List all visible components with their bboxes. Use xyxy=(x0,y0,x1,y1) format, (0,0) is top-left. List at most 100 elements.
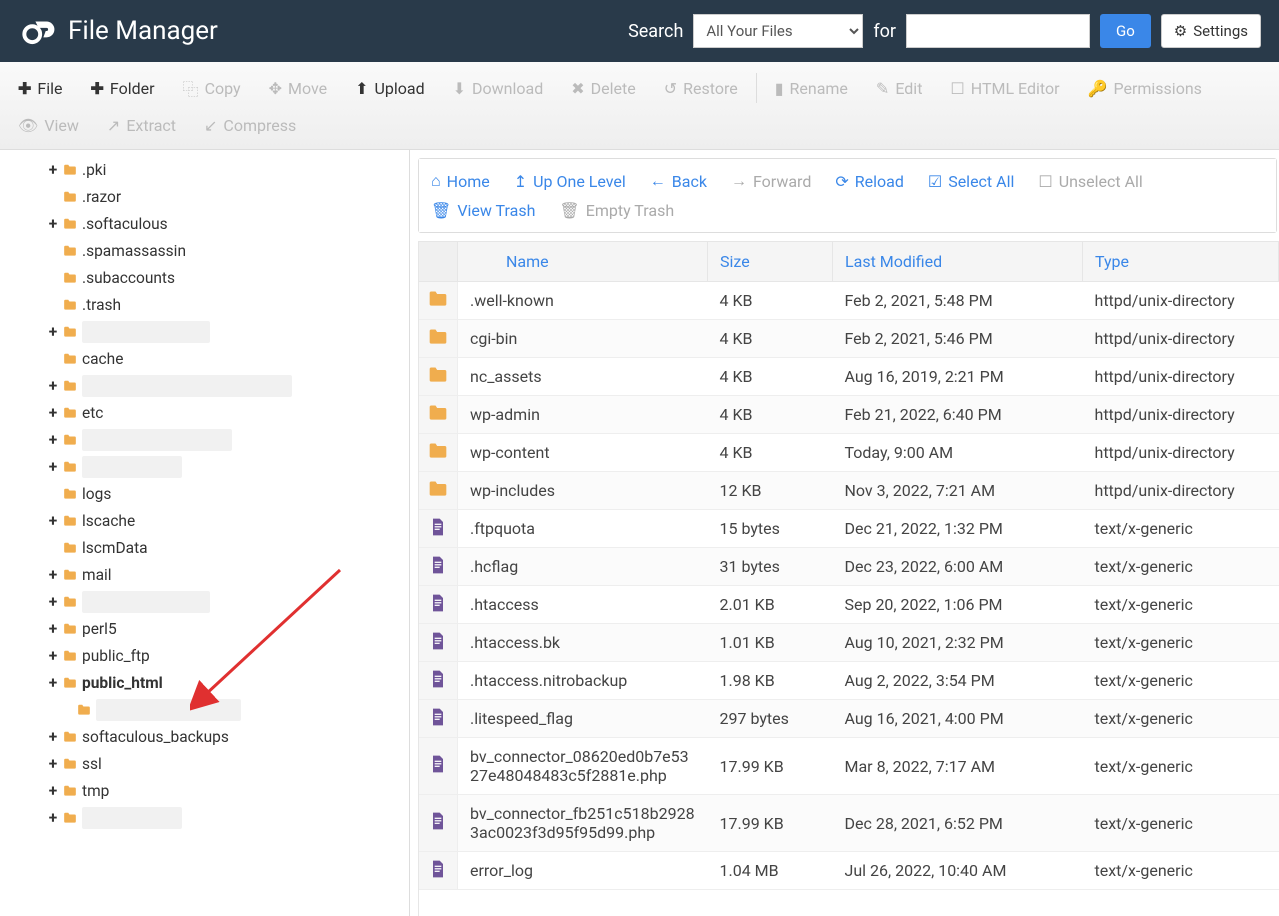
tree-node-public_ftp[interactable]: +public_ftp xyxy=(0,642,409,669)
tree-node-.trash[interactable]: .trash xyxy=(0,291,409,318)
col-modified[interactable]: Last Modified xyxy=(833,242,1083,282)
expander-icon[interactable]: + xyxy=(46,620,60,638)
table-row[interactable]: .htaccess.nitrobackup1.98 KBAug 2, 2022,… xyxy=(419,662,1279,700)
tree-node-mail[interactable]: +mail xyxy=(0,561,409,588)
col-size[interactable]: Size xyxy=(708,242,833,282)
empty-trash-button[interactable]: 🗑Empty Trash xyxy=(559,197,674,224)
tree-node-redacted[interactable]: + xyxy=(0,453,409,480)
folder-icon xyxy=(62,487,78,501)
cell-modified: Aug 2, 2022, 3:54 PM xyxy=(833,662,1083,700)
select-all-button[interactable]: ☑Select All xyxy=(928,167,1015,195)
tree-node-public_html[interactable]: +public_html xyxy=(0,669,409,696)
folder-button[interactable]: ✚Folder xyxy=(77,71,169,106)
restore-button[interactable]: ↺Restore xyxy=(650,71,752,106)
expander-icon[interactable]: + xyxy=(46,566,60,584)
expander-icon[interactable]: + xyxy=(46,809,60,827)
plus-icon: ✚ xyxy=(18,79,31,98)
move-button[interactable]: ✥Move xyxy=(255,71,342,106)
expander-icon[interactable]: + xyxy=(46,512,60,530)
folder-icon xyxy=(62,541,78,555)
file-button[interactable]: ✚File xyxy=(4,71,77,106)
tree-node-redacted[interactable]: + xyxy=(0,804,409,831)
edit-button[interactable]: ✎Edit xyxy=(862,71,937,106)
reload-button[interactable]: ⟳Reload xyxy=(835,167,904,195)
tree-node-.subaccounts[interactable]: .subaccounts xyxy=(0,264,409,291)
html-editor-button[interactable]: ☐HTML Editor xyxy=(936,71,1073,106)
expander-icon[interactable]: + xyxy=(46,782,60,800)
table-row[interactable]: wp-admin4 KBFeb 21, 2022, 6:40 PMhttpd/u… xyxy=(419,396,1279,434)
delete-button[interactable]: ✖Delete xyxy=(557,71,649,106)
table-row[interactable]: .litespeed_flag297 bytesAug 16, 2021, 4:… xyxy=(419,700,1279,738)
search-input[interactable] xyxy=(906,14,1090,48)
extract-button[interactable]: ↗Extract xyxy=(93,108,190,143)
tree-node-lscache[interactable]: +lscache xyxy=(0,507,409,534)
cell-size: 4 KB xyxy=(708,320,833,358)
expander-icon[interactable]: + xyxy=(46,404,60,422)
compress-button[interactable]: ↙Compress xyxy=(190,108,310,143)
tree-node-ssl[interactable]: +ssl xyxy=(0,750,409,777)
table-row[interactable]: bv_connector_08620ed0b7e5327e48048483c5f… xyxy=(419,738,1279,795)
table-row[interactable]: cgi-bin4 KBFeb 2, 2021, 5:46 PMhttpd/uni… xyxy=(419,320,1279,358)
table-row[interactable]: bv_connector_fb251c518b29283ac0023f3d95f… xyxy=(419,795,1279,852)
expander-icon[interactable]: + xyxy=(46,161,60,179)
tree-node-etc[interactable]: +etc xyxy=(0,399,409,426)
col-name[interactable]: Name xyxy=(458,242,708,282)
unselect-all-button[interactable]: ☐Unselect All xyxy=(1038,167,1142,195)
search-scope-select[interactable]: All Your Files xyxy=(693,14,863,48)
col-type[interactable]: Type xyxy=(1083,242,1279,282)
tree-node-.softaculous[interactable]: +.softaculous xyxy=(0,210,409,237)
view-button[interactable]: 👁View xyxy=(4,108,93,143)
cell-size: 4 KB xyxy=(708,434,833,472)
cell-name: .well-known xyxy=(458,282,708,320)
table-row[interactable]: .htaccess2.01 KBSep 20, 2022, 1:06 PMtex… xyxy=(419,586,1279,624)
expander-icon[interactable]: + xyxy=(46,647,60,665)
tree-node-tmp[interactable]: +tmp xyxy=(0,777,409,804)
view-trash-button[interactable]: 🗑View Trash xyxy=(431,197,535,224)
table-row[interactable]: error_log1.04 MBJul 26, 2022, 10:40 AMte… xyxy=(419,852,1279,890)
home-button[interactable]: ⌂Home xyxy=(431,167,490,195)
tree-node-logs[interactable]: logs xyxy=(0,480,409,507)
copy-button[interactable]: ⿻Copy xyxy=(169,68,255,108)
tree-node-.razor[interactable]: .razor xyxy=(0,183,409,210)
download-button[interactable]: ⬇Download xyxy=(439,71,558,106)
expander-icon[interactable]: + xyxy=(46,674,60,692)
tree-node-redacted[interactable]: + xyxy=(0,588,409,615)
tree-node-redacted[interactable] xyxy=(0,696,409,723)
up-one-level-button[interactable]: ↥Up One Level xyxy=(514,167,626,195)
expander-icon[interactable]: + xyxy=(46,215,60,233)
table-row[interactable]: nc_assets4 KBAug 16, 2019, 2:21 PMhttpd/… xyxy=(419,358,1279,396)
settings-button[interactable]: ⚙Settings xyxy=(1161,14,1261,48)
rename-button[interactable]: ▮Rename xyxy=(761,71,862,106)
expander-icon[interactable]: + xyxy=(46,323,60,341)
table-row[interactable]: .ftpquota15 bytesDec 21, 2022, 1:32 PMte… xyxy=(419,510,1279,548)
tree-node-redacted[interactable]: + xyxy=(0,318,409,345)
folder-tree-sidebar[interactable]: +.pki.razor+.softaculous.spamassassin.su… xyxy=(0,150,410,916)
table-row[interactable]: .well-known4 KBFeb 2, 2021, 5:48 PMhttpd… xyxy=(419,282,1279,320)
table-row[interactable]: .htaccess.bk1.01 KBAug 10, 2021, 2:32 PM… xyxy=(419,624,1279,662)
expander-icon[interactable]: + xyxy=(46,755,60,773)
expander-icon[interactable]: + xyxy=(46,431,60,449)
table-row[interactable]: .hcflag31 bytesDec 23, 2022, 6:00 AMtext… xyxy=(419,548,1279,586)
cell-name: cgi-bin xyxy=(458,320,708,358)
expander-icon[interactable]: + xyxy=(46,377,60,395)
tree-node-perl5[interactable]: +perl5 xyxy=(0,615,409,642)
back-button[interactable]: ←Back xyxy=(650,167,707,195)
upload-button[interactable]: ⬆Upload xyxy=(341,71,439,106)
file-table-scroll[interactable]: Name Size Last Modified Type .well-known… xyxy=(418,241,1279,916)
table-row[interactable]: wp-content4 KBToday, 9:00 AMhttpd/unix-d… xyxy=(419,434,1279,472)
expander-icon[interactable]: + xyxy=(46,593,60,611)
expander-icon[interactable]: + xyxy=(46,458,60,476)
tree-node-.spamassassin[interactable]: .spamassassin xyxy=(0,237,409,264)
permissions-button[interactable]: 🔑Permissions xyxy=(1074,71,1216,106)
expander-icon[interactable]: + xyxy=(46,728,60,746)
tree-node-.pki[interactable]: +.pki xyxy=(0,156,409,183)
tree-node-softaculous_backups[interactable]: +softaculous_backups xyxy=(0,723,409,750)
tree-node-redacted[interactable]: + xyxy=(0,372,409,399)
tree-node-cache[interactable]: cache xyxy=(0,345,409,372)
forward-button[interactable]: →Forward xyxy=(731,167,811,195)
table-row[interactable]: wp-includes12 KBNov 3, 2022, 7:21 AMhttp… xyxy=(419,472,1279,510)
col-icon[interactable] xyxy=(419,242,458,282)
tree-node-lscmData[interactable]: lscmData xyxy=(0,534,409,561)
tree-node-redacted[interactable]: + xyxy=(0,426,409,453)
go-button[interactable]: Go xyxy=(1100,14,1151,48)
